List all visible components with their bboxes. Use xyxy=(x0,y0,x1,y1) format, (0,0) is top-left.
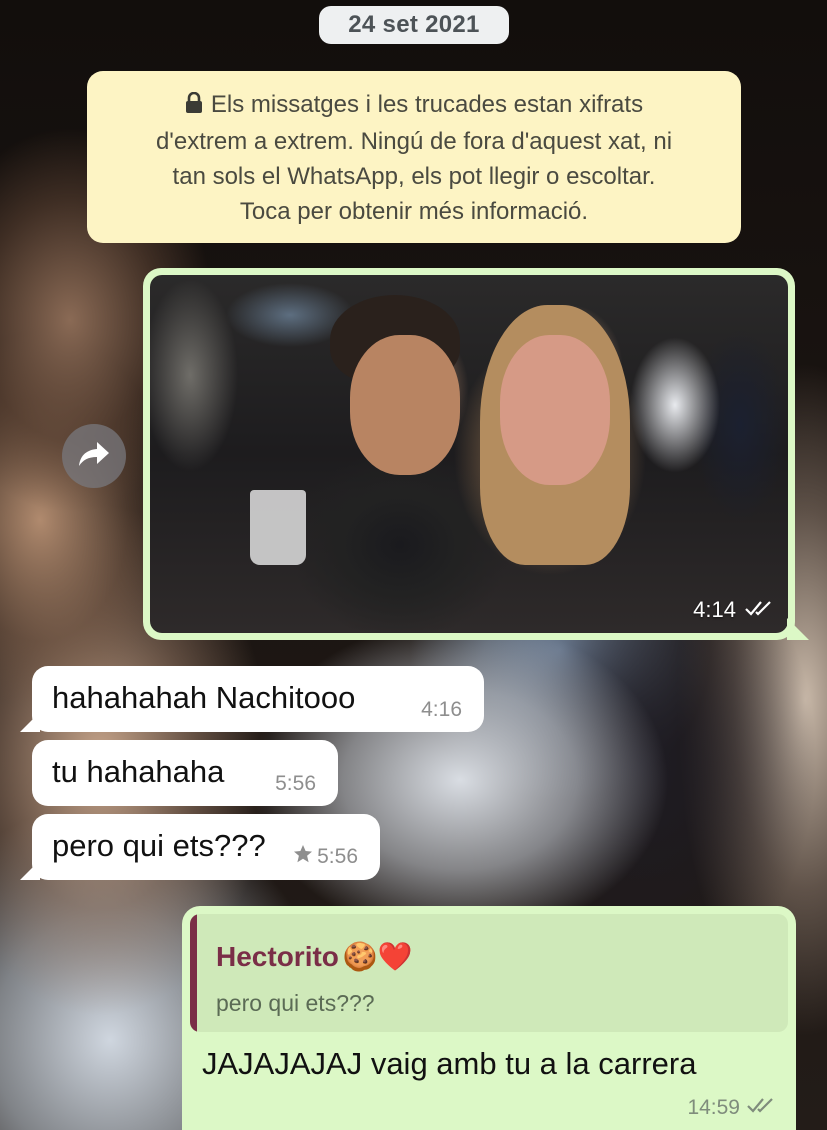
notice-line-1: Els missatges i les trucades estan xifra… xyxy=(109,87,719,124)
date-divider-label: 24 set 2021 xyxy=(348,11,480,38)
quoted-author: Hectorito 🍪❤️ xyxy=(216,940,413,973)
encryption-notice[interactable]: Els missatges i les trucades estan xifra… xyxy=(87,71,741,243)
photo-person-left-face xyxy=(350,335,460,475)
quoted-text: pero qui ets??? xyxy=(216,990,375,1016)
message-meta: 5:56 xyxy=(293,844,358,870)
incoming-message[interactable]: tu hahahaha 5:56 xyxy=(32,740,338,806)
message-text: pero qui ets??? xyxy=(52,828,266,863)
message-text: JAJAJAJAJ vaig amb tu a la carrera xyxy=(202,1046,697,1081)
message-meta: 14:59 xyxy=(687,1096,776,1120)
outgoing-image-message[interactable]: 4:14 xyxy=(143,268,809,640)
incoming-message[interactable]: hahahahah Nachitooo 4:16 xyxy=(32,666,484,732)
notice-line-3: tan sols el WhatsApp, els pot llegir o e… xyxy=(172,163,656,190)
double-check-icon xyxy=(744,597,774,623)
date-divider: 24 set 2021 xyxy=(319,6,509,44)
forward-button[interactable] xyxy=(62,424,126,488)
star-icon xyxy=(293,844,313,870)
photo-plastic-cup xyxy=(250,490,306,565)
message-time: 4:16 xyxy=(421,698,462,721)
notice-line-2: d'extrem a extrem. Ningú de fora d'aques… xyxy=(155,128,673,155)
quote-accent-bar xyxy=(190,914,197,1032)
forward-icon xyxy=(77,439,111,474)
double-check-icon xyxy=(746,1096,776,1120)
message-text: hahahahah Nachitooo xyxy=(52,680,356,715)
message-time: 5:56 xyxy=(275,772,316,795)
incoming-message[interactable]: pero qui ets??? 5:56 xyxy=(32,814,380,880)
image-time: 4:14 xyxy=(693,597,736,622)
photo-person-right-face xyxy=(500,335,610,485)
quoted-author-name: Hectorito xyxy=(216,940,339,972)
notice-line-4: Toca per obtenir més informació. xyxy=(239,198,589,225)
lock-icon xyxy=(185,89,203,124)
message-text: tu hahahaha xyxy=(52,754,225,789)
quoted-message[interactable]: Hectorito 🍪❤️ pero qui ets??? xyxy=(190,914,788,1032)
bubble-tail xyxy=(787,618,809,640)
outgoing-reply-message[interactable]: Hectorito 🍪❤️ pero qui ets??? JAJAJAJAJ … xyxy=(182,906,796,1130)
author-emoji: 🍪❤️ xyxy=(342,941,413,972)
image-timestamp: 4:14 xyxy=(693,597,774,623)
message-photo[interactable]: 4:14 xyxy=(150,275,788,633)
message-time: 14:59 xyxy=(687,1096,740,1119)
message-time: 5:56 xyxy=(317,845,358,868)
